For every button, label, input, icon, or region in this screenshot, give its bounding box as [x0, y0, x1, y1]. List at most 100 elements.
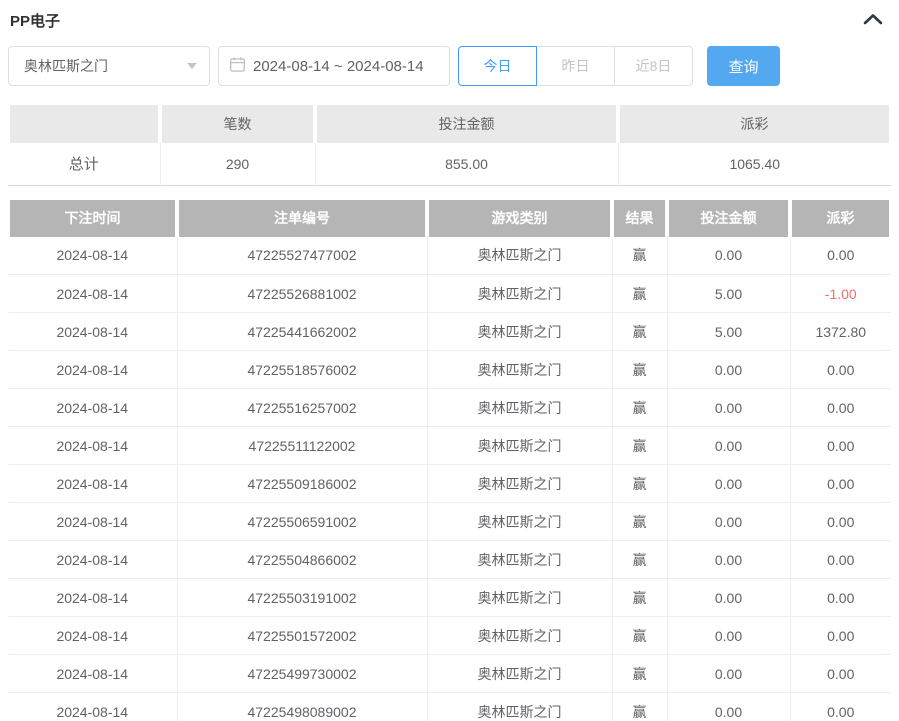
payout-cell: -1.00: [790, 275, 891, 313]
result-cell: 赢: [612, 237, 667, 275]
filter-bar: 奥林匹斯之门 2024-08-14 ~ 2024-08-14 今日 昨日 近8日…: [8, 46, 891, 86]
bet-records-table: 下注时间 注单编号 游戏类别 结果 投注金额 派彩 2024-08-144722…: [8, 200, 891, 721]
date-range-value: 2024-08-14 ~ 2024-08-14: [253, 58, 424, 75]
table-row: 2024-08-1447225504866002奥林匹斯之门赢0.000.00: [8, 541, 891, 579]
bet-time-cell: 2024-08-14: [8, 693, 177, 721]
table-row: 2024-08-1447225503191002奥林匹斯之门赢0.000.00: [8, 579, 891, 617]
summary-total-count: 290: [160, 143, 315, 185]
payout-cell: 0.00: [790, 503, 891, 541]
today-button[interactable]: 今日: [458, 46, 537, 86]
payout-cell: 0.00: [790, 655, 891, 693]
result-cell: 赢: [612, 389, 667, 427]
result-cell: 赢: [612, 465, 667, 503]
game-type-cell: 奥林匹斯之门: [427, 237, 612, 275]
quick-date-button-group: 今日 昨日 近8日: [458, 46, 693, 86]
table-row: 2024-08-1447225518576002奥林匹斯之门赢0.000.00: [8, 351, 891, 389]
caret-down-icon: [187, 63, 197, 69]
bet-amount-cell: 0.00: [667, 237, 790, 275]
game-type-cell: 奥林匹斯之门: [427, 427, 612, 465]
table-row: 2024-08-1447225527477002奥林匹斯之门赢0.000.00: [8, 237, 891, 275]
col-bet-amount: 投注金额: [669, 200, 788, 237]
bet-time-cell: 2024-08-14: [8, 389, 177, 427]
summary-total-payout: 1065.40: [618, 143, 891, 185]
payout-cell: 0.00: [790, 237, 891, 275]
summary-table: 笔数 投注金额 派彩 总计 290 855.00 1065.40: [8, 105, 891, 186]
date-range-input[interactable]: 2024-08-14 ~ 2024-08-14: [218, 46, 450, 86]
bet-amount-cell: 0.00: [667, 541, 790, 579]
bet-id-cell: 47225441662002: [177, 313, 427, 351]
result-cell: 赢: [612, 427, 667, 465]
bet-amount-cell: 0.00: [667, 503, 790, 541]
bet-id-cell: 47225509186002: [177, 465, 427, 503]
bet-id-cell: 47225504866002: [177, 541, 427, 579]
payout-cell: 0.00: [790, 541, 891, 579]
last-8-days-button[interactable]: 近8日: [614, 46, 693, 86]
summary-total-label: 总计: [8, 143, 160, 185]
col-game-type: 游戏类别: [429, 200, 610, 237]
col-payout: 派彩: [792, 200, 889, 237]
bet-id-cell: 47225501572002: [177, 617, 427, 655]
bet-time-cell: 2024-08-14: [8, 427, 177, 465]
bet-time-cell: 2024-08-14: [8, 617, 177, 655]
bet-time-cell: 2024-08-14: [8, 503, 177, 541]
bet-amount-cell: 0.00: [667, 427, 790, 465]
payout-cell: 0.00: [790, 617, 891, 655]
bet-time-cell: 2024-08-14: [8, 655, 177, 693]
bet-id-cell: 47225511122002: [177, 427, 427, 465]
payout-cell: 1372.80: [790, 313, 891, 351]
game-type-cell: 奥林匹斯之门: [427, 389, 612, 427]
col-bet-time: 下注时间: [10, 200, 175, 237]
payout-cell: 0.00: [790, 693, 891, 721]
bet-time-cell: 2024-08-14: [8, 579, 177, 617]
game-select[interactable]: 奥林匹斯之门: [8, 46, 210, 86]
bet-id-cell: 47225527477002: [177, 237, 427, 275]
game-type-cell: 奥林匹斯之门: [427, 693, 612, 721]
bet-amount-cell: 0.00: [667, 579, 790, 617]
game-type-cell: 奥林匹斯之门: [427, 503, 612, 541]
game-select-value: 奥林匹斯之门: [24, 56, 108, 76]
bet-time-cell: 2024-08-14: [8, 237, 177, 275]
payout-cell: 0.00: [790, 351, 891, 389]
result-cell: 赢: [612, 655, 667, 693]
bet-time-cell: 2024-08-14: [8, 351, 177, 389]
table-row: 2024-08-1447225441662002奥林匹斯之门赢5.001372.…: [8, 313, 891, 351]
col-bet-id: 注单编号: [179, 200, 425, 237]
game-type-cell: 奥林匹斯之门: [427, 617, 612, 655]
bet-amount-cell: 5.00: [667, 313, 790, 351]
summary-col-blank: [10, 105, 158, 143]
game-type-cell: 奥林匹斯之门: [427, 655, 612, 693]
table-row: 2024-08-1447225501572002奥林匹斯之门赢0.000.00: [8, 617, 891, 655]
chevron-up-icon: [863, 13, 883, 28]
bet-amount-cell: 0.00: [667, 465, 790, 503]
table-header-row: 下注时间 注单编号 游戏类别 结果 投注金额 派彩: [8, 200, 891, 237]
bet-id-cell: 47225503191002: [177, 579, 427, 617]
collapse-panel-button[interactable]: [857, 10, 889, 30]
summary-col-payout: 派彩: [620, 105, 889, 143]
bet-amount-cell: 0.00: [667, 617, 790, 655]
result-cell: 赢: [612, 541, 667, 579]
table-row: 2024-08-1447225499730002奥林匹斯之门赢0.000.00: [8, 655, 891, 693]
table-row: 2024-08-1447225511122002奥林匹斯之门赢0.000.00: [8, 427, 891, 465]
bet-time-cell: 2024-08-14: [8, 275, 177, 313]
yesterday-button[interactable]: 昨日: [536, 46, 615, 86]
query-button[interactable]: 查询: [707, 46, 780, 86]
bet-amount-cell: 5.00: [667, 275, 790, 313]
result-cell: 赢: [612, 275, 667, 313]
payout-cell: 0.00: [790, 579, 891, 617]
bet-amount-cell: 0.00: [667, 655, 790, 693]
table-row: 2024-08-1447225526881002奥林匹斯之门赢5.00-1.00: [8, 275, 891, 313]
summary-col-bet-amount: 投注金额: [317, 105, 616, 143]
bet-amount-cell: 0.00: [667, 351, 790, 389]
panel-header: PP电子: [8, 8, 891, 30]
result-cell: 赢: [612, 503, 667, 541]
panel-title: PP电子: [10, 10, 60, 31]
table-row: 2024-08-1447225509186002奥林匹斯之门赢0.000.00: [8, 465, 891, 503]
pp-games-panel: PP电子 奥林匹斯之门 2024-08-14 ~ 2: [0, 0, 899, 721]
payout-cell: 0.00: [790, 389, 891, 427]
bet-id-cell: 47225506591002: [177, 503, 427, 541]
bet-id-cell: 47225499730002: [177, 655, 427, 693]
calendar-icon: [229, 56, 253, 77]
summary-header-row: 笔数 投注金额 派彩: [8, 105, 891, 143]
bet-id-cell: 47225518576002: [177, 351, 427, 389]
table-row: 2024-08-1447225498089002奥林匹斯之门赢0.000.00: [8, 693, 891, 721]
